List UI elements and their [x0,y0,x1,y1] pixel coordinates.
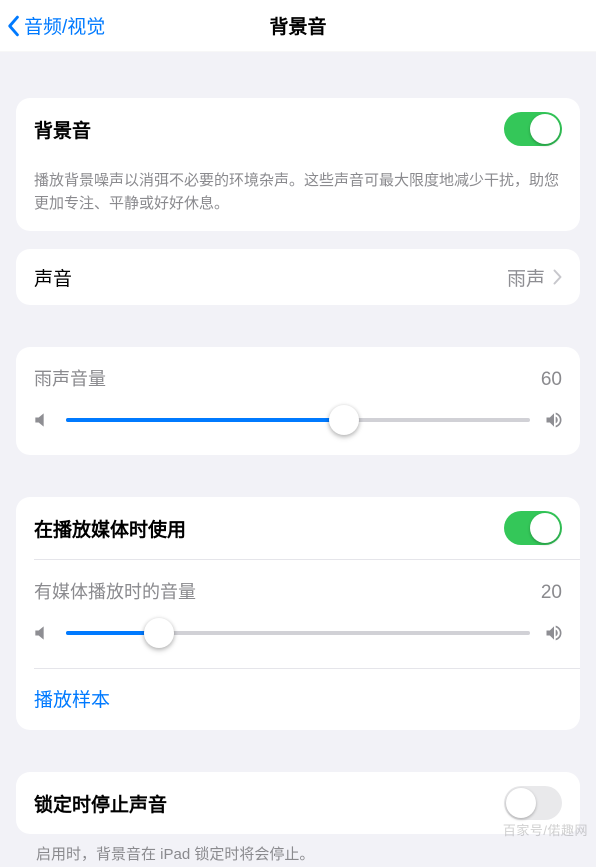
sound-value: 雨声 [507,264,545,291]
rain-volume-label: 雨声音量 [34,365,106,391]
back-button[interactable]: 音频/视觉 [6,12,105,39]
media-volume-slider-row [16,610,580,668]
master-description: 播放背景噪声以消弭不必要的环境杂声。这些声音可最大限度地减少干扰，助您更加专注、… [16,160,580,231]
row-sound[interactable]: 声音 雨声 [16,249,580,305]
rain-volume-slider-row [16,397,580,455]
row-lock-stop: 锁定时停止声音 [16,772,580,834]
play-sample-link[interactable]: 播放样本 [34,690,110,711]
master-label: 背景音 [34,116,504,143]
media-volume-slider[interactable] [66,618,530,648]
volume-high-icon [544,623,564,643]
lock-stop-label: 锁定时停止声音 [34,790,504,817]
chevron-left-icon [6,15,20,37]
group-rain-volume: 雨声音量 60 [16,347,580,455]
group-media: 在播放媒体时使用 有媒体播放时的音量 20 播放样本 [16,497,580,730]
volume-high-icon [544,410,564,430]
media-use-toggle[interactable] [504,511,562,545]
group-lock: 锁定时停止声音 [16,772,580,834]
group-master: 背景音 播放背景噪声以消弭不必要的环境杂声。这些声音可最大限度地减少干扰，助您更… [16,98,580,231]
back-label: 音频/视觉 [24,12,105,39]
volume-low-icon [32,623,52,643]
lock-stop-description: 启用时，背景音在 iPad 锁定时将会停止。 [16,834,580,867]
group-sound: 声音 雨声 [16,249,580,305]
media-volume-value: 20 [541,582,562,604]
master-toggle[interactable] [504,112,562,146]
row-master-toggle: 背景音 [16,98,580,160]
media-use-label: 在播放媒体时使用 [34,515,504,542]
watermark: 百家号/偌趣网 [503,820,588,839]
page-title: 背景音 [269,12,326,39]
chevron-right-icon [553,269,562,285]
rain-volume-value: 60 [541,369,562,391]
nav-bar: 音频/视觉 背景音 [0,0,596,52]
media-volume-label: 有媒体播放时的音量 [34,578,196,604]
volume-low-icon [32,410,52,430]
row-media-use: 在播放媒体时使用 [16,497,580,559]
sound-label: 声音 [34,264,507,291]
rain-volume-slider[interactable] [66,405,530,435]
lock-stop-toggle[interactable] [504,786,562,820]
